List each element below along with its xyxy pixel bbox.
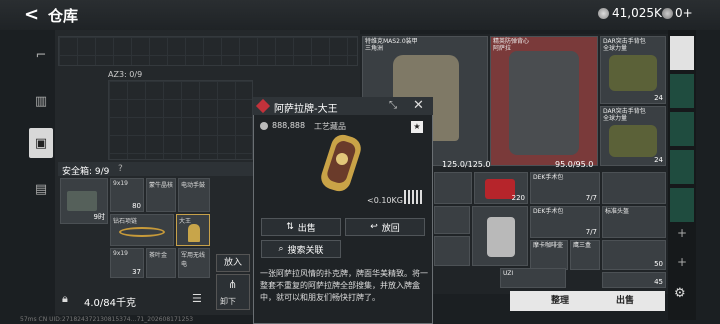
inventory-item-surgery-kit[interactable]: DEK手术包 7/7 (530, 172, 600, 204)
weight-readout: 4.0/84千克 (84, 298, 136, 309)
armor-tab-icon[interactable]: ▥ (29, 86, 53, 116)
card-artwork (321, 134, 361, 192)
inventory-item[interactable] (434, 206, 470, 234)
durability-label: 95.0/95.0 (555, 160, 594, 169)
safe-cell-item[interactable]: 茶叶金 (146, 248, 176, 278)
sell-button[interactable]: ⇅ 出售 (261, 218, 341, 236)
safe-box-label: 安全箱: 9/9 (62, 167, 110, 177)
close-icon[interactable]: ✕ (413, 98, 424, 113)
add-icon[interactable]: + (677, 226, 687, 240)
back-icon[interactable]: < (24, 4, 39, 25)
backpack-icon (609, 55, 657, 91)
case-icon (67, 191, 97, 211)
durability-label: 125.0/125.0 (442, 160, 491, 169)
safe-box-help-icon[interactable]: ? (118, 164, 123, 174)
gem-icon (662, 8, 673, 19)
inventory-item-ammo[interactable]: 45 (602, 272, 666, 288)
safe-cell-case[interactable]: 9时 (60, 178, 108, 224)
safe-cell-ammo[interactable]: 9x19 80 (110, 178, 144, 212)
storage-tab[interactable] (670, 74, 694, 108)
gear-icon[interactable]: ⚙ (674, 286, 686, 301)
footer-info: 57ms CN UID:271824372130815374…71_202608… (20, 316, 194, 323)
backpack-tab-icon[interactable]: ▣ (29, 128, 53, 158)
card-icon (188, 224, 200, 242)
stove-icon (487, 217, 515, 257)
safe-cell-item[interactable]: 电动手鼓 (178, 178, 210, 212)
lock-icon: 🔒︎ (62, 292, 68, 305)
case-tab-icon[interactable]: ▤ (29, 174, 53, 204)
unload-icon: ⋔ (228, 278, 238, 291)
return-icon: ↩ (370, 222, 378, 232)
safe-cell-ammo[interactable]: 9x19 37 (110, 248, 144, 278)
inventory-item-lantern[interactable]: 50 (602, 240, 666, 270)
inventory-item-coffee-pot[interactable]: 摩卡咖啡壶 (530, 240, 568, 270)
collapse-icon[interactable]: ⤡ (389, 100, 397, 111)
inventory-item-medkit[interactable]: 220 (474, 172, 528, 204)
search-related-button[interactable]: ⌕ 搜索关联 (261, 240, 341, 258)
safe-cell-item[interactable]: 军用无线电 (178, 248, 210, 278)
item-title: 阿萨拉牌-大王 (274, 104, 338, 115)
safe-cell-item[interactable]: 蒙牛晶核 (146, 178, 176, 212)
gem-amount[interactable]: 0+ (675, 6, 693, 20)
medkit-icon (485, 179, 515, 199)
storage-tab[interactable] (670, 188, 694, 222)
sell-all-button[interactable]: 出售 (585, 291, 665, 311)
favorite-star-icon[interactable]: ★ (411, 121, 423, 133)
inventory-item[interactable] (602, 172, 666, 204)
add-icon[interactable]: + (677, 255, 687, 269)
sell-icon: ⇅ (286, 222, 294, 232)
item-weight: <0.10KG (367, 196, 403, 205)
storage-tab[interactable] (670, 150, 694, 184)
item-price: 888,888 (272, 121, 306, 130)
container-grid[interactable] (108, 80, 253, 160)
weapon-tab-icon[interactable]: ⌐ (29, 40, 53, 70)
list-view-icon[interactable]: ☰ (192, 292, 202, 305)
item-description: 一张阿萨拉风情的扑克牌，牌面华美精致。将一整套不重复的阿萨拉牌全部搜集，并放入牌… (260, 269, 428, 302)
storage-tab[interactable] (670, 112, 694, 146)
inventory-item-stove[interactable] (472, 206, 528, 266)
vest-icon (509, 51, 579, 155)
inventory-item[interactable] (434, 236, 470, 266)
money-amount: 41,025K (612, 6, 662, 20)
timer-badge: 9时 (93, 213, 105, 221)
unload-label: 卸下 (220, 297, 236, 306)
barcode-icon (404, 190, 424, 204)
inventory-item-helmet[interactable]: 标准头盔 (602, 206, 666, 238)
inventory-item-tin[interactable]: 鹰三盒 (570, 240, 600, 270)
inventory-item-uzi[interactable]: UZI (500, 268, 566, 288)
inventory-item-surgery-kit[interactable]: DEK手术包 7/7 (530, 206, 600, 238)
container-label: AZ3: 0/9 (108, 70, 143, 79)
warehouse-tab-icon[interactable] (670, 36, 694, 70)
put-in-button[interactable]: 放入 (216, 254, 250, 272)
search-icon: ⌕ (278, 244, 284, 254)
inventory-item[interactable] (434, 172, 472, 204)
inventory-item-backpack[interactable]: DAR突击手背包 全球力量 24 (600, 106, 666, 166)
safe-cell-necklace[interactable]: 钻石项链 (110, 214, 174, 246)
safe-cell-card[interactable]: 大王 (176, 214, 210, 246)
coin-icon (260, 122, 268, 130)
page-title: 仓库 (48, 7, 79, 25)
necklace-icon (119, 227, 165, 237)
inventory-item-vest[interactable]: 精英防弹背心 阿萨拉 (490, 36, 598, 166)
put-back-button[interactable]: ↩ 放回 (345, 218, 425, 236)
storage-grid[interactable] (58, 36, 358, 66)
coin-icon (598, 8, 609, 19)
backpack-icon (609, 125, 657, 157)
inventory-item-backpack[interactable]: DAR突击手背包 全球力量 24 (600, 36, 666, 104)
